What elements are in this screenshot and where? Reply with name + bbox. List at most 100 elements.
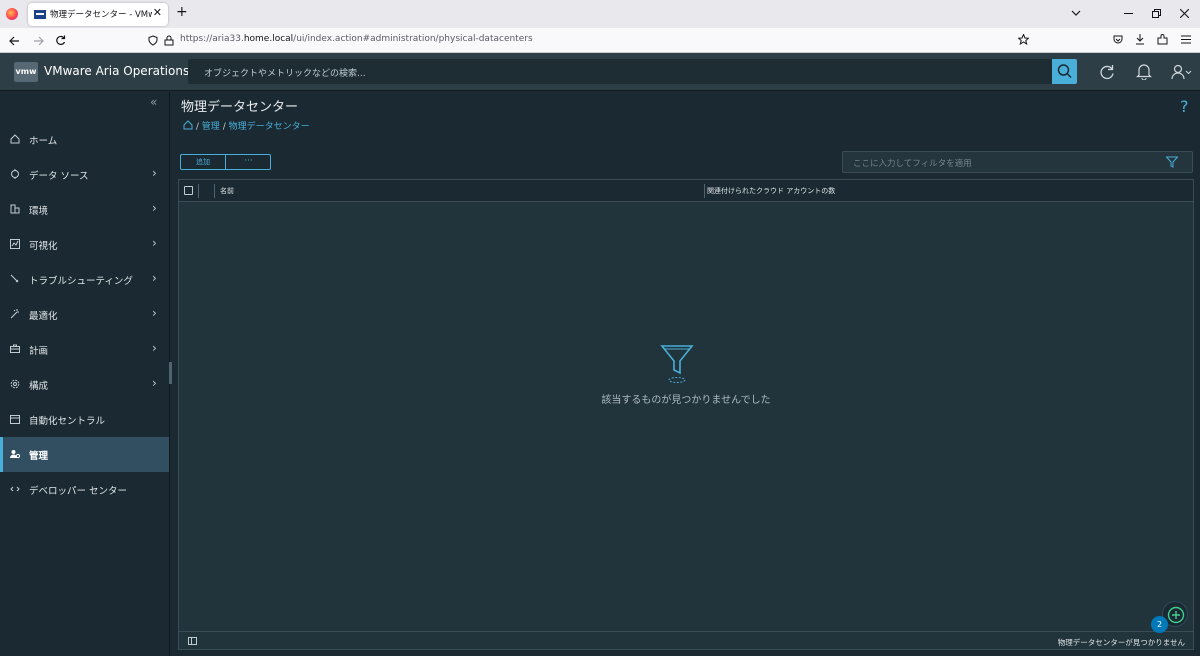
more-actions-button[interactable]: ··· (227, 155, 270, 169)
code-icon (10, 486, 20, 492)
column-header-name[interactable]: 名前 (220, 186, 234, 196)
browser-tab-bar: 物理データセンター - VMware Aria ✕ + (0, 0, 1200, 28)
sidebar-item-label: 最適化 (29, 311, 58, 322)
action-button-group: 追加 ··· (180, 154, 271, 170)
column-toggle-icon[interactable] (188, 637, 197, 645)
url-bar[interactable]: https://aria33.home.local/ui/index.actio… (180, 34, 533, 44)
tracking-shield-icon[interactable] (148, 35, 158, 46)
back-arrow-icon[interactable] (9, 36, 20, 46)
briefcase-icon (10, 344, 20, 353)
search-button[interactable] (1052, 59, 1077, 84)
sidebar-item-label: 可視化 (29, 241, 58, 252)
sidebar-item-label: 構成 (29, 381, 49, 392)
extensions-icon[interactable] (1157, 34, 1168, 45)
sidebar-item-environment[interactable]: 環境 › (0, 192, 169, 227)
app-header: vmw VMware Aria Operations オブジェクトやメトリックな… (0, 53, 1200, 91)
browser-tab[interactable]: 物理データセンター - VMware Aria ✕ (28, 3, 168, 26)
tab-title: 物理データセンター - VMware Aria (50, 10, 152, 20)
building-icon (10, 204, 20, 214)
filter-icon[interactable] (1166, 156, 1178, 168)
chevron-right-icon: › (152, 271, 157, 285)
tab-close-icon[interactable]: ✕ (153, 6, 162, 19)
pocket-icon[interactable] (1113, 35, 1123, 45)
sidebar-item-label: トラブルシューティング (29, 276, 133, 287)
window-close-icon[interactable] (1180, 9, 1189, 18)
sidebar-resize-handle[interactable] (169, 362, 172, 384)
magic-wand-icon (10, 309, 19, 319)
search-placeholder: オブジェクトやメトリックなどの検索... (204, 69, 366, 79)
app-title[interactable]: VMware Aria Operations (44, 64, 189, 78)
chevron-right-icon: › (152, 201, 157, 215)
url-domain: home.local (243, 34, 294, 44)
chevron-right-icon: › (152, 166, 157, 180)
sidebar-item-label: ホーム (29, 136, 58, 147)
sidebar-item-developer-center[interactable]: デベロッパー センター (0, 472, 169, 507)
new-tab-button[interactable]: + (176, 4, 188, 20)
vmware-favicon-icon (34, 10, 46, 19)
datagrid: 名前 関連付けられたクラウド アカウントの数 該当するものが見つかりませんでした… (178, 179, 1194, 650)
breadcrumb-separator: / (195, 122, 199, 132)
breadcrumb-current[interactable]: 物理データセンター (229, 122, 310, 132)
sidebar-item-plan[interactable]: 計画 › (0, 332, 169, 367)
column-divider[interactable] (214, 184, 215, 198)
column-divider[interactable] (704, 184, 705, 198)
select-all-checkbox[interactable] (184, 186, 193, 195)
calendar-icon (10, 415, 20, 424)
notification-count-badge: 2 (1151, 616, 1168, 633)
user-icon[interactable] (1171, 64, 1193, 80)
sidebar-collapse-icon[interactable]: « (150, 95, 157, 109)
tab-list-chevron-icon[interactable] (1071, 9, 1081, 17)
sidebar-item-configure[interactable]: 構成 › (0, 367, 169, 402)
refresh-icon[interactable] (1099, 64, 1115, 80)
home-breadcrumb-icon[interactable] (183, 120, 193, 130)
footer-status: 物理データセンターが見つかりません (1057, 638, 1185, 647)
chevron-right-icon: › (152, 306, 157, 320)
breadcrumb-admin[interactable]: 管理 (202, 122, 220, 132)
sidebar-item-automation-central[interactable]: 自動化セントラル (0, 402, 169, 437)
downloads-icon[interactable] (1135, 34, 1145, 45)
add-button[interactable]: 追加 (181, 155, 226, 169)
lock-icon[interactable] (164, 35, 174, 46)
chevron-right-icon: › (152, 236, 157, 250)
vmware-logo[interactable]: vmw (14, 62, 38, 82)
empty-filter-icon (660, 345, 694, 383)
grid-header: 名前 関連付けられたクラウド アカウントの数 (179, 180, 1193, 202)
breadcrumb-separator: / (222, 122, 226, 132)
home-icon (10, 134, 20, 144)
chart-icon (10, 239, 20, 249)
breadcrumb: / 管理 / 物理データセンター (183, 119, 310, 132)
column-header-cloud-accounts[interactable]: 関連付けられたクラウド アカウントの数 (707, 186, 835, 196)
plug-icon (11, 169, 19, 179)
chevron-right-icon: › (152, 376, 157, 390)
firefox-logo-icon (6, 8, 18, 20)
sidebar: « ホーム データ ソース › 環境 › 可視化 › トラブルシューティング ›… (0, 92, 170, 656)
gear-icon (10, 379, 20, 389)
hamburger-menu-icon[interactable] (1181, 35, 1191, 44)
bell-icon[interactable] (1136, 63, 1152, 80)
sidebar-item-optimize[interactable]: 最適化 › (0, 297, 169, 332)
filter-placeholder: ここに入力してフィルタを適用 (853, 159, 972, 169)
sidebar-item-visualize[interactable]: 可視化 › (0, 227, 169, 262)
column-divider[interactable] (198, 184, 199, 198)
wrench-icon (10, 274, 19, 283)
sidebar-item-label: 管理 (29, 451, 49, 462)
sidebar-item-data-sources[interactable]: データ ソース › (0, 157, 169, 192)
admin-users-icon (10, 450, 20, 459)
sidebar-item-label: デベロッパー センター (29, 486, 128, 497)
global-search-input[interactable]: オブジェクトやメトリックなどの検索... (188, 59, 1052, 84)
forward-arrow-icon[interactable] (33, 36, 44, 46)
sidebar-item-administration[interactable]: 管理 (0, 437, 169, 472)
bookmark-star-icon[interactable] (1018, 34, 1029, 45)
sidebar-item-label: データ ソース (29, 171, 89, 182)
empty-state-message: 該当するものが見つかりませんでした (601, 395, 771, 406)
help-icon[interactable]: ? (1180, 97, 1189, 116)
reload-icon[interactable] (55, 35, 66, 46)
restore-icon[interactable] (1152, 9, 1161, 18)
sidebar-item-troubleshoot[interactable]: トラブルシューティング › (0, 262, 169, 297)
url-prefix: https://aria33. (180, 34, 244, 44)
sidebar-item-home[interactable]: ホーム (0, 122, 169, 157)
filter-input[interactable]: ここに入力してフィルタを適用 (842, 151, 1193, 173)
sidebar-item-label: 環境 (29, 206, 49, 217)
minimize-icon[interactable] (1124, 13, 1133, 15)
browser-nav-bar: https://aria33.home.local/ui/index.actio… (0, 28, 1200, 53)
